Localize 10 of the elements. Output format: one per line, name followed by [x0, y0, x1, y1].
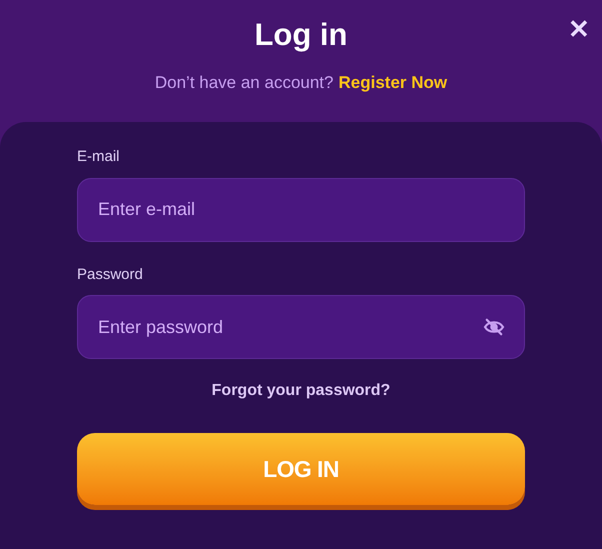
field-label: E-mail	[77, 147, 121, 167]
register-prompt: Don’t have an account?	[154, 72, 334, 94]
password-field[interactable]: Enter password	[77, 295, 525, 359]
register-link[interactable]: Register Now	[338, 70, 448, 96]
forgot-password-link[interactable]: Forgot your password?	[212, 379, 390, 403]
eye-slash-icon[interactable]	[483, 318, 505, 336]
field-label: Password	[77, 264, 144, 284]
email-field[interactable]: Enter e-mail	[77, 178, 525, 242]
dialog-title: Log in	[254, 16, 348, 54]
close-button[interactable]: ✕	[568, 16, 590, 42]
